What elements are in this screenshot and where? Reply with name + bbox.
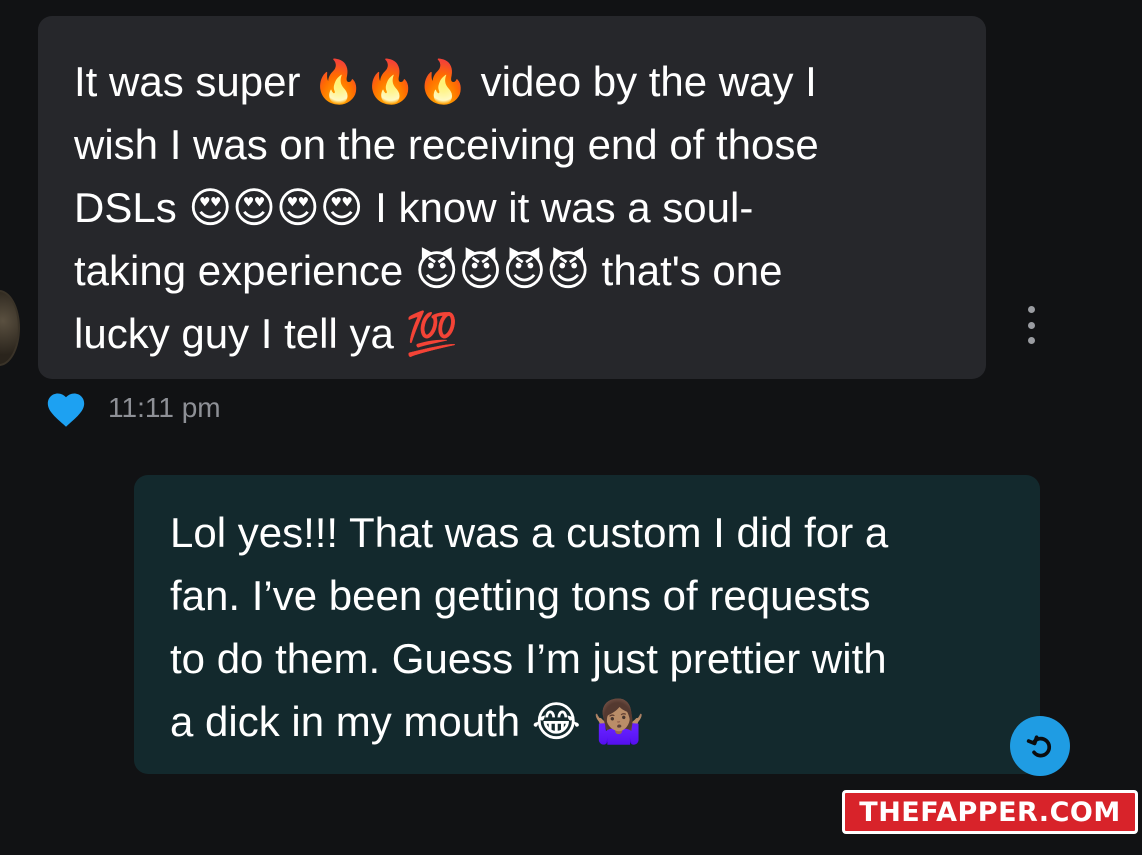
incoming-message-meta: 11:11 pm [44,388,221,428]
message-line: fan. I’ve been getting tons of requests [170,572,871,619]
message-line: DSLs 😍😍😍😍 I know it was a soul- [74,184,754,231]
message-line: wish I was on the receiving end of those [74,121,819,168]
dot [1027,337,1035,344]
message-line: taking experience 😈😈😈😈 that's one [74,247,783,294]
undo-arrow-icon [1026,735,1052,758]
incoming-message-text: It was super 🔥🔥🔥 video by the way I wish… [74,50,950,365]
heart-icon[interactable] [44,388,88,428]
message-line: to do them. Guess I’m just prettier with [170,635,887,682]
outgoing-message-bubble[interactable]: Lol yes!!! That was a custom I did for a… [134,475,1040,774]
message-line: Lol yes!!! That was a custom I did for a [170,509,889,556]
watermark: THEFAPPER.COM [842,790,1138,834]
reply-icon[interactable] [1010,716,1070,776]
message-line: lucky guy I tell ya 💯 [74,310,458,357]
dot [1027,306,1035,313]
dot [1027,321,1035,329]
message-line: a dick in my mouth 😂 🤷🏽‍♀️ [170,698,645,745]
watermark-text: THEFAPPER.COM [859,796,1121,828]
outgoing-message-text: Lol yes!!! That was a custom I did for a… [170,501,1004,753]
avatar[interactable] [0,290,20,366]
incoming-message-bubble[interactable]: It was super 🔥🔥🔥 video by the way I wish… [38,16,986,379]
message-timestamp: 11:11 pm [108,392,221,423]
more-options-icon[interactable] [1022,306,1040,344]
message-line: It was super 🔥🔥🔥 video by the way I [74,58,817,105]
